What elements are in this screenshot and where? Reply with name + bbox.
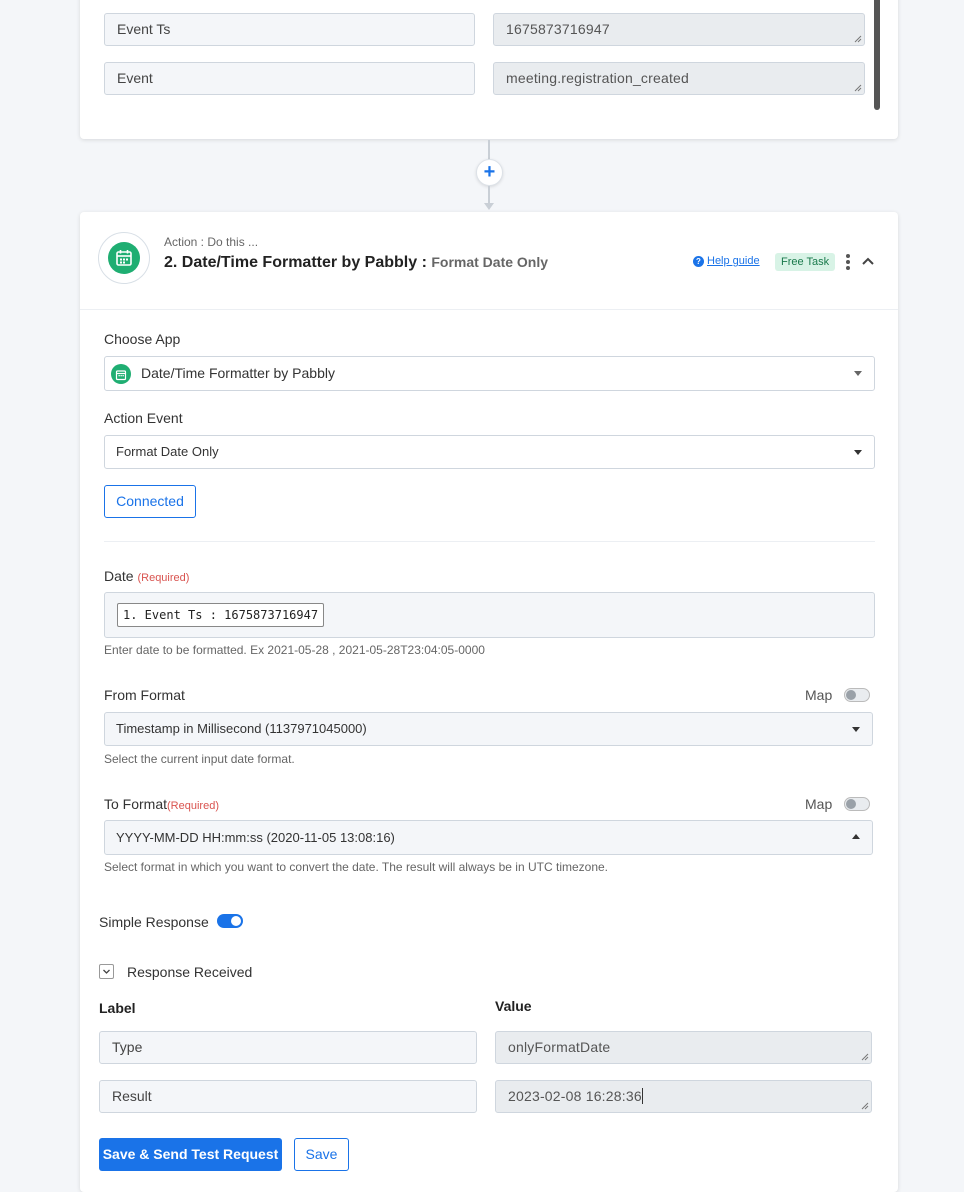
response-label-field[interactable]: Result <box>99 1080 477 1113</box>
required-marker: (Required) <box>137 572 190 584</box>
text-cursor <box>641 1088 643 1104</box>
from-format-help-text: Select the current input date format. <box>104 752 295 766</box>
save-button[interactable]: Save <box>294 1138 349 1171</box>
from-format-select[interactable]: Timestamp in Millisecond (1137971045000) <box>104 712 873 746</box>
map-label: Map <box>805 796 833 812</box>
kebab-icon[interactable] <box>845 254 851 270</box>
choose-app-value: Date/Time Formatter by Pabbly <box>141 365 335 381</box>
choose-app-select[interactable]: Date/Time Formatter by Pabbly <box>104 356 875 391</box>
value-column-header: Value <box>495 998 532 1014</box>
free-task-badge: Free Task <box>775 253 836 271</box>
resize-grip-icon[interactable] <box>854 84 862 92</box>
response-value-text: 2023-02-08 16:28:36 <box>508 1088 642 1104</box>
date-help-text: Enter date to be formatted. Ex 2021-05-2… <box>104 643 485 657</box>
action-title: 2. Date/Time Formatter by Pabbly : Forma… <box>164 252 549 273</box>
response-value-text: meeting.registration_created <box>506 70 690 86</box>
action-title-text: 2. Date/Time Formatter by Pabbly : <box>164 254 427 271</box>
scrollbar[interactable] <box>874 0 880 110</box>
caret-up-icon <box>852 834 860 839</box>
calendar-icon <box>116 250 132 266</box>
map-toggle[interactable] <box>844 688 870 702</box>
response-received-label: Response Received <box>127 964 253 980</box>
date-label-text: Date <box>104 568 134 584</box>
action-step-card: Action : Do this ... 2. Date/Time Format… <box>80 212 898 1192</box>
plus-icon: + <box>483 161 496 183</box>
response-received-checkbox[interactable] <box>99 964 114 979</box>
connected-button[interactable]: Connected <box>104 485 196 518</box>
simple-response-toggle[interactable] <box>217 914 243 928</box>
response-value-field[interactable]: 1675873716947 <box>493 13 865 46</box>
response-label-field[interactable]: Event Ts <box>104 13 475 46</box>
caret-down-icon <box>852 727 860 732</box>
to-format-help-text: Select format in which you want to conve… <box>104 860 609 874</box>
response-label-field[interactable]: Event <box>104 62 475 95</box>
response-value-field[interactable]: 2023-02-08 16:28:36 <box>495 1080 872 1113</box>
from-format-value: Timestamp in Millisecond (1137971045000) <box>116 721 367 736</box>
map-label: Map <box>805 687 833 703</box>
map-toggle[interactable] <box>844 797 870 811</box>
app-logo <box>98 232 150 284</box>
action-event-select[interactable]: Format Date Only <box>104 435 875 469</box>
arrow-down-icon <box>484 203 494 210</box>
response-value-text: onlyFormatDate <box>508 1039 611 1055</box>
trigger-response-card: Event Ts 1675873716947 Event meeting.reg… <box>80 0 898 139</box>
simple-response-label: Simple Response <box>99 914 209 930</box>
chevron-down-icon <box>103 969 110 974</box>
action-event-value: Format Date Only <box>116 444 219 459</box>
response-value-field[interactable]: onlyFormatDate <box>495 1031 872 1064</box>
section-divider <box>104 541 875 542</box>
calendar-icon <box>115 370 127 381</box>
to-format-select[interactable]: YYYY-MM-DD HH:mm:ss (2020-11-05 13:08:16… <box>104 820 873 855</box>
help-guide-link[interactable]: ? Help guide <box>693 255 760 267</box>
action-subtitle: Action : Do this ... <box>164 235 259 249</box>
save-send-test-button[interactable]: Save & Send Test Request <box>99 1138 282 1171</box>
response-label-field[interactable]: Type <box>99 1031 477 1064</box>
resize-grip-icon[interactable] <box>854 35 862 43</box>
connector-line <box>488 186 490 204</box>
chevron-up-icon[interactable] <box>861 254 875 268</box>
add-step-button[interactable]: + <box>476 159 503 186</box>
label-column-header: Label <box>99 1000 136 1016</box>
caret-down-icon <box>854 371 862 376</box>
required-marker: (Required) <box>167 800 219 812</box>
resize-grip-icon[interactable] <box>861 1102 869 1110</box>
to-format-label-text: To Format <box>104 796 168 812</box>
action-event-name: Format Date Only <box>431 254 549 270</box>
to-format-value: YYYY-MM-DD HH:mm:ss (2020-11-05 13:08:16… <box>116 830 395 845</box>
connector-line <box>488 140 490 160</box>
date-input[interactable]: 1. Event Ts : 1675873716947 <box>104 592 875 638</box>
response-value-field[interactable]: meeting.registration_created <box>493 62 865 95</box>
action-event-label: Action Event <box>104 410 183 426</box>
mapped-field-chip[interactable]: 1. Event Ts : 1675873716947 <box>117 603 325 627</box>
question-circle-icon: ? <box>693 256 704 267</box>
help-guide-label: Help guide <box>707 255 760 267</box>
to-format-label: To Format(Required) <box>104 796 219 812</box>
caret-down-icon <box>854 450 862 455</box>
date-label: Date (Required) <box>104 568 189 584</box>
resize-grip-icon[interactable] <box>861 1053 869 1061</box>
choose-app-label: Choose App <box>104 331 181 347</box>
header-divider <box>80 309 898 310</box>
response-value-text: 1675873716947 <box>506 21 610 37</box>
from-format-label: From Format <box>104 687 185 703</box>
app-small-logo <box>111 364 131 384</box>
